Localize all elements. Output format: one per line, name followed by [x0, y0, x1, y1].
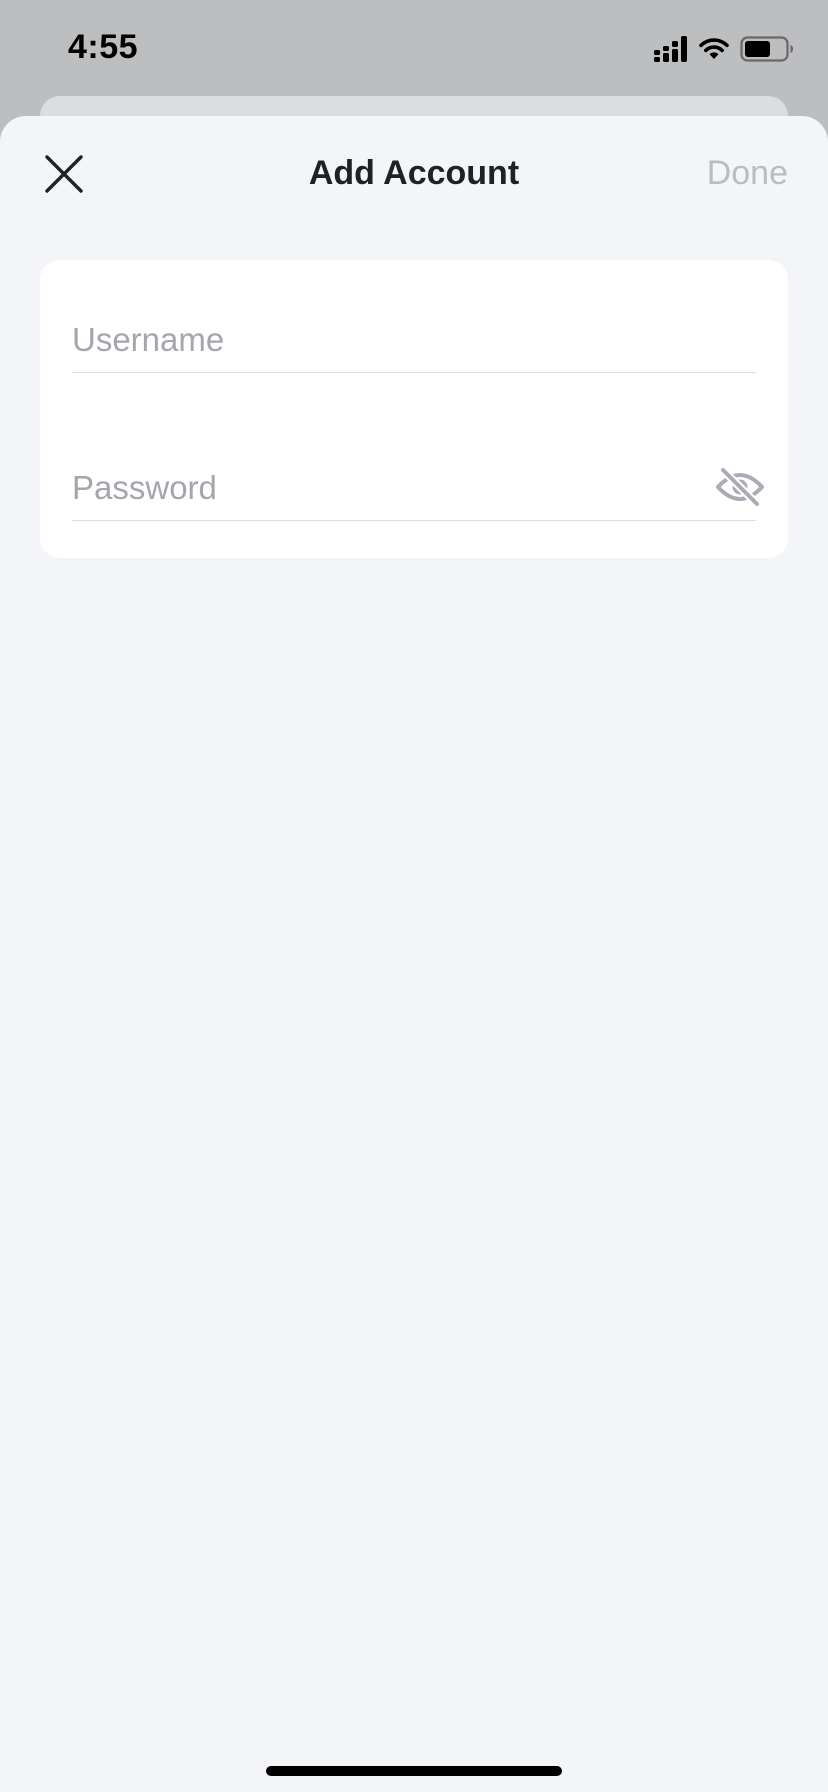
- wifi-icon: [698, 37, 730, 66]
- password-visibility-toggle[interactable]: [714, 465, 766, 512]
- status-bar: 4:55: [0, 0, 828, 96]
- account-form-card: [40, 260, 788, 558]
- status-time: 4:55: [68, 28, 139, 66]
- eye-slash-icon: [716, 465, 764, 512]
- password-field-row: [72, 460, 764, 521]
- username-field-row: [72, 312, 756, 373]
- password-input[interactable]: [72, 460, 692, 516]
- page-title: Add Account: [308, 154, 520, 192]
- battery-icon: [740, 35, 794, 67]
- status-icons: [654, 35, 794, 67]
- username-input[interactable]: [72, 312, 692, 368]
- home-indicator: [266, 1766, 562, 1776]
- nav-bar: Add Account Done: [0, 116, 828, 230]
- done-button[interactable]: Done: [707, 154, 788, 193]
- add-account-sheet: Add Account Done: [0, 116, 828, 1792]
- cellular-signal-icon: [654, 35, 688, 67]
